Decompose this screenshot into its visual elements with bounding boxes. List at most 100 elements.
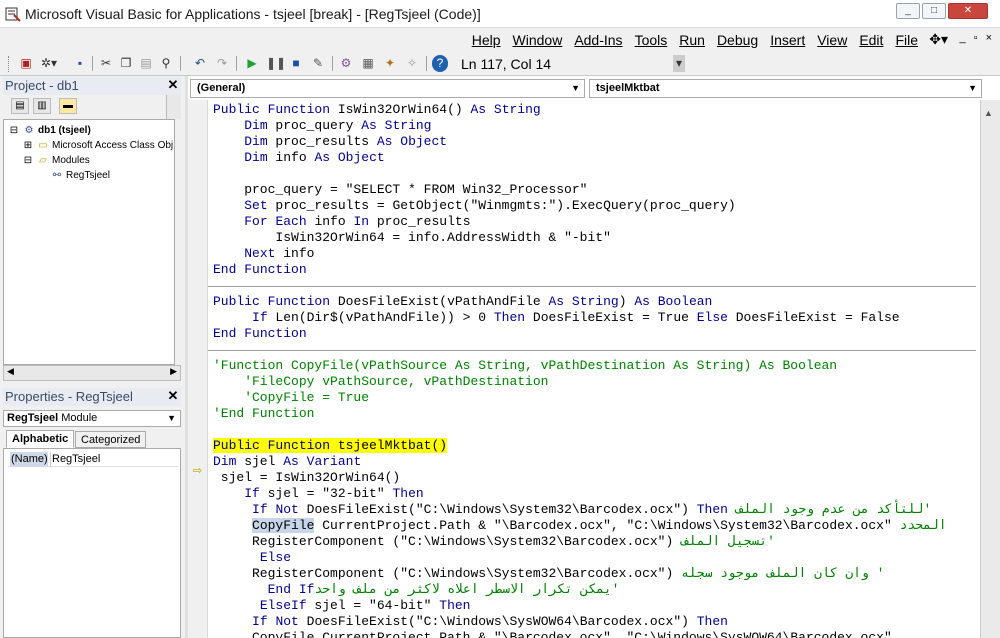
code-line[interactable]: End Function [213, 326, 307, 342]
chevron-down-icon[interactable]: ▼ [167, 411, 176, 426]
code-line[interactable]: proc_query = "SELECT * FROM Win32_Proces… [213, 182, 587, 198]
object-type: Module [61, 412, 98, 424]
insert-module-icon[interactable]: ✲▾ [38, 55, 60, 72]
code-line[interactable]: Public Function DoesFileExist(vPathAndFi… [213, 294, 712, 310]
code-line[interactable]: Public Function IsWin32OrWin64() As Stri… [213, 102, 541, 118]
code-line[interactable]: 'FileCopy vPathSource, vPathDestination [213, 374, 548, 390]
procedure-separator [208, 350, 976, 351]
code-line[interactable]: sjel = IsWin32OrWin64() [213, 470, 400, 486]
object-combo[interactable]: (General) ▼ [190, 79, 585, 98]
mdi-close-button[interactable]: × [986, 32, 992, 44]
view-code-icon[interactable]: ▤ [11, 98, 29, 114]
property-value[interactable]: RegTsjeel [52, 452, 100, 467]
toolbar-options-icon[interactable]: ▾ [673, 55, 685, 72]
chevron-down-icon[interactable]: ▼ [968, 80, 977, 97]
code-line[interactable]: Next info [213, 246, 314, 262]
code-line[interactable]: CopyFile CurrentProject.Path & "\Barcode… [213, 518, 947, 534]
mdi-minimize-button[interactable]: _ [960, 32, 966, 44]
code-line[interactable]: 'End Function [213, 406, 314, 422]
code-line[interactable]: End If'يمكن تكرار الاسطر اعلاه لاكثر من … [213, 582, 620, 598]
code-line[interactable]: ElseIf sjel = "64-bit" Then [213, 598, 471, 614]
reset-icon[interactable]: ■ [288, 55, 304, 72]
save-icon[interactable]: ▪ [72, 55, 88, 72]
maximize-button[interactable]: □ [922, 3, 946, 19]
cut-icon[interactable]: ✂ [98, 55, 114, 72]
indicator-margin[interactable]: ⇨ [188, 100, 208, 638]
undo-icon[interactable]: ↶ [192, 55, 208, 72]
menu-tools[interactable]: Tools [629, 31, 674, 49]
tree-item[interactable]: ⊟ ⚙ db1 (tsjeel) [8, 124, 91, 138]
menu-insert[interactable]: Insert [764, 31, 811, 49]
menu-help[interactable]: Help [466, 31, 507, 49]
code-line[interactable]: Dim sjel As Variant [213, 454, 361, 470]
code-vscrollbar[interactable]: ▲ [980, 100, 1000, 638]
toolbox-icon[interactable]: ✧ [404, 55, 420, 72]
properties-pane-close-button[interactable]: ✕ [165, 388, 181, 404]
properties-window-icon[interactable]: ▦ [360, 55, 376, 72]
menu-file[interactable]: File [889, 31, 924, 49]
project-pane-close-button[interactable]: ✕ [165, 77, 181, 93]
view-access-icon[interactable]: ▣ [18, 55, 34, 72]
code-line[interactable]: CopyFile CurrentProject.Path & "\Barcode… [213, 630, 892, 638]
scroll-up-icon[interactable]: ▲ [984, 108, 993, 118]
module-icon: ⚯ [52, 170, 62, 181]
object-browser-icon[interactable]: ✦ [382, 55, 398, 72]
code-line[interactable]: 'CopyFile = True [213, 390, 369, 406]
chevron-down-icon[interactable]: ▼ [571, 80, 580, 97]
minimize-button[interactable]: _ [896, 3, 920, 19]
code-line[interactable]: RegisterComponent ("C:\Windows\System32\… [213, 566, 884, 582]
code-line[interactable]: IsWin32OrWin64 = info.AddressWidth & "-b… [213, 230, 610, 246]
code-line[interactable]: If Not DoesFileExist("C:\Windows\System3… [213, 502, 931, 518]
code-line[interactable]: Dim info As Object [213, 150, 384, 166]
redo-icon[interactable]: ↷ [214, 55, 230, 72]
close-button[interactable]: ✕ [948, 3, 988, 19]
tab-categorized[interactable]: Categorized [75, 431, 147, 448]
menu-debug[interactable]: Debug [711, 31, 764, 49]
menu-edit[interactable]: Edit [853, 31, 889, 49]
design-mode-icon[interactable]: ✎ [310, 55, 326, 72]
break-icon[interactable]: ❚❚ [266, 55, 286, 72]
tree-expander-icon[interactable]: ⊞ [22, 139, 34, 153]
code-line[interactable]: Dim proc_results As Object [213, 134, 447, 150]
tree-expander-icon[interactable]: ⊟ [22, 154, 34, 168]
code-line[interactable]: Set proc_results = GetObject("Winmgmts:"… [213, 198, 736, 214]
code-line[interactable]: Dim proc_query As String [213, 118, 431, 134]
code-editor[interactable]: Public Function IsWin32OrWin64() As Stri… [208, 100, 976, 638]
project-explorer-icon[interactable]: ⚙ [338, 55, 354, 72]
procedure-combo[interactable]: tsjeelMktbat ▼ [589, 79, 982, 98]
menu-window[interactable]: Window [507, 31, 569, 49]
property-row[interactable]: (Name) RegTsjeel [8, 452, 178, 467]
properties-object-combo[interactable]: RegTsjeel Module ▼ [3, 410, 181, 427]
tree-item[interactable]: ⊟ ▱ Modules [22, 154, 90, 168]
view-object-icon[interactable]: ▥ [33, 98, 51, 114]
tree-expander-icon[interactable]: ⊟ [8, 124, 20, 138]
code-line[interactable]: For Each info In proc_results [213, 214, 470, 230]
code-line[interactable]: 'Function CopyFile(vPathSource As String… [213, 358, 837, 374]
code-line[interactable]: End Function [213, 262, 307, 278]
menu-add-ins[interactable]: Add-Ins [568, 31, 628, 49]
code-line[interactable]: Else [213, 550, 291, 566]
project-scroll-stub[interactable] [166, 95, 181, 119]
code-line[interactable]: If sjel = "32-bit" Then [213, 486, 423, 502]
toolbar-grip[interactable] [8, 56, 11, 72]
project-hscrollbar[interactable]: ◀ ▶ [3, 365, 181, 381]
menu-view[interactable]: View [811, 31, 853, 49]
code-text: If Not DoesFileExist("C:\Windows\SysWOW6… [252, 614, 728, 629]
menu-run[interactable]: Run [673, 31, 711, 49]
code-line[interactable]: RegisterComponent ("C:\Windows\System32\… [213, 534, 775, 550]
help-icon[interactable]: ? [432, 55, 448, 72]
code-line[interactable]: If Not DoesFileExist("C:\Windows\SysWOW6… [213, 614, 728, 630]
paste-icon[interactable]: ▤ [138, 55, 154, 72]
code-line[interactable]: If Len(Dir$(vPathAndFile)) > 0 Then Does… [213, 310, 900, 326]
copy-icon[interactable]: ❐ [118, 55, 134, 72]
find-icon[interactable]: ⚲ [158, 55, 174, 72]
mdi-restore-button[interactable]: ▫ [974, 32, 978, 44]
run-icon[interactable]: ▶ [244, 55, 260, 72]
vba-menu-icon[interactable]: ✥▾ [929, 31, 948, 48]
tab-alphabetic[interactable]: Alphabetic [6, 430, 75, 448]
tree-item[interactable]: ⊞ ▭ Microsoft Access Class Obj [22, 139, 173, 153]
toggle-folders-icon[interactable]: ▬ [59, 98, 77, 114]
code-text: Dim sjel As Variant [213, 454, 362, 469]
code-line[interactable]: Public Function tsjeelMktbat() [213, 438, 448, 454]
tree-item[interactable]: ⚯ RegTsjeel [36, 169, 110, 183]
